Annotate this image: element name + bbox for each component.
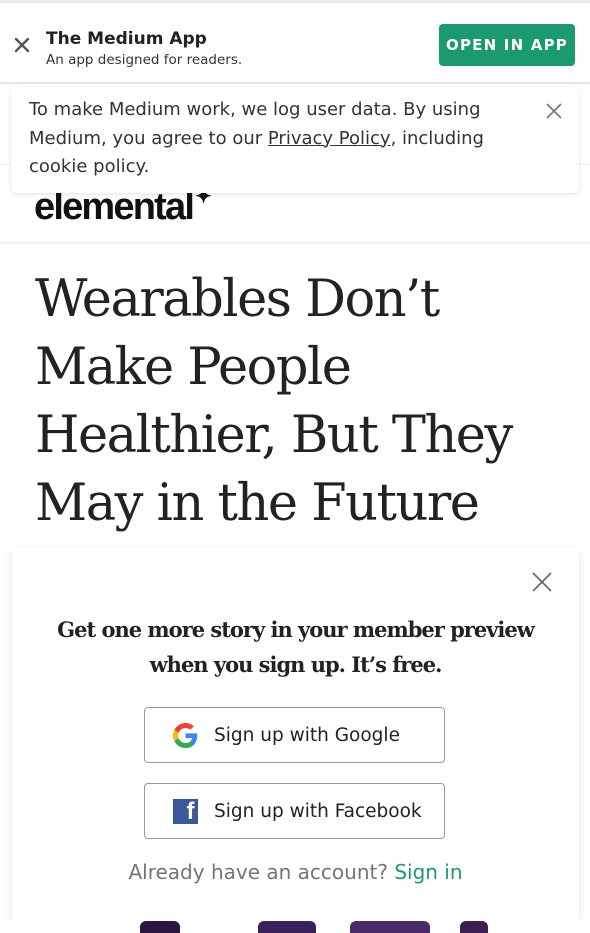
- sign-up-google-button[interactable]: Sign up with Google: [144, 707, 445, 763]
- article-image-glimpse: [0, 921, 590, 933]
- close-icon[interactable]: [545, 102, 563, 120]
- signup-modal: Get one more story in your member previe…: [12, 548, 579, 921]
- app-banner-subtitle: An app designed for readers.: [46, 52, 243, 68]
- privacy-policy-link[interactable]: Privacy Policy: [268, 128, 391, 149]
- open-in-app-button[interactable]: OPEN IN APP: [439, 24, 575, 66]
- image-fragment: [258, 921, 316, 933]
- app-banner-title: The Medium App: [46, 29, 207, 49]
- image-fragment: [460, 921, 488, 933]
- google-button-label: Sign up with Google: [214, 724, 400, 746]
- signup-message: Get one more story in your member previe…: [57, 617, 535, 677]
- close-icon[interactable]: [12, 35, 32, 55]
- facebook-icon: f: [172, 798, 198, 824]
- google-icon: [172, 722, 198, 748]
- cookie-notice-text: To make Medium work, we log user data. B…: [29, 96, 489, 182]
- already-text: Already have an account?: [128, 860, 388, 884]
- sign-in-link[interactable]: Sign in: [394, 860, 462, 884]
- app-install-banner: The Medium App An app designed for reade…: [0, 0, 590, 84]
- facebook-button-label: Sign up with Facebook: [214, 800, 422, 822]
- image-fragment: [350, 921, 430, 933]
- close-icon[interactable]: [532, 572, 552, 592]
- already-have-account: Already have an account? Sign in: [12, 860, 579, 884]
- image-fragment: [140, 921, 180, 933]
- article-headline: Wearables Don’t Make People Healthier, B…: [35, 270, 513, 533]
- cookie-notice: To make Medium work, we log user data. B…: [11, 87, 579, 193]
- sign-up-facebook-button[interactable]: f Sign up with Facebook: [144, 783, 445, 839]
